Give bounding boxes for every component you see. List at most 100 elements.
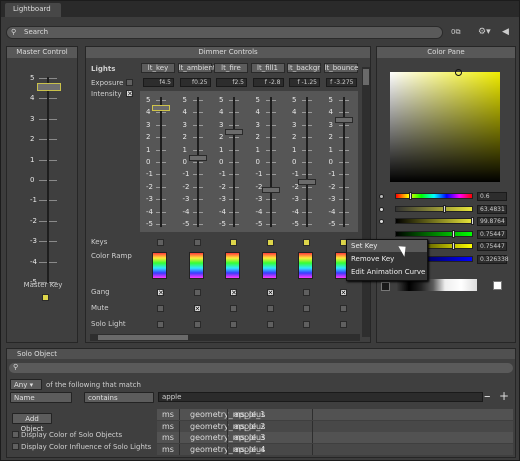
- mute-checkbox-lt_ambient[interactable]: ✕: [193, 305, 201, 313]
- light-name-lt_fire[interactable]: lt_fire: [214, 63, 248, 73]
- menu-item-set-key[interactable]: Set Key: [347, 240, 427, 252]
- key-checkbox-lt_fire[interactable]: [230, 239, 237, 246]
- solo-light-checkbox-lt_backgr[interactable]: [303, 321, 310, 328]
- solo-light-checkbox-lt_fill1[interactable]: [266, 321, 274, 328]
- light-name-lt_key[interactable]: lt_key: [141, 63, 175, 73]
- master-slider-track[interactable]: [47, 77, 49, 283]
- gang-checkbox-lt_backgr[interactable]: [303, 289, 310, 296]
- exposure-field-lt_key[interactable]: f4.5: [143, 78, 174, 87]
- dimmer-vertical-scrollbar[interactable]: [362, 67, 370, 337]
- mute-checkbox-lt_bounce[interactable]: [339, 305, 347, 312]
- color-channel-handle[interactable]: [471, 217, 474, 225]
- table-row[interactable]: msgeometry_ms_plusapple_2: [157, 420, 513, 432]
- color-mode-radio[interactable]: [379, 219, 384, 224]
- add-object-button[interactable]: Add Object: [12, 413, 52, 433]
- filter-count-icon[interactable]: 0⧉: [451, 28, 460, 37]
- color-channel-slider[interactable]: [395, 193, 473, 199]
- key-checkbox-lt_key[interactable]: [157, 239, 164, 246]
- color-channel-slider[interactable]: [395, 205, 473, 212]
- rule-value-input[interactable]: apple: [158, 392, 483, 402]
- settings-icon[interactable]: ⚙▾: [478, 27, 491, 37]
- master-key-checkbox[interactable]: [42, 294, 49, 301]
- slider-handle-lt_backgr[interactable]: [298, 179, 316, 185]
- color-channel-handle[interactable]: [452, 242, 455, 250]
- slider-handle-lt_key[interactable]: [152, 105, 170, 111]
- slider-track-lt_fill1[interactable]: [269, 97, 272, 227]
- table-row[interactable]: msgeometry_ms_plusapple_1: [157, 409, 513, 420]
- color-ramp-lt_key[interactable]: [152, 252, 167, 279]
- mute-checkbox-lt_backgr[interactable]: [303, 305, 310, 312]
- light-name-lt_fill1[interactable]: lt_fill1: [250, 63, 285, 73]
- color-channel-value[interactable]: 63.4831: [477, 204, 507, 214]
- key-checkbox-lt_fill1[interactable]: [266, 239, 274, 246]
- color-swatch-small[interactable]: [381, 282, 390, 291]
- color-mode-radio[interactable]: [379, 206, 384, 212]
- slider-handle-lt_fire[interactable]: [225, 129, 243, 135]
- master-slider-handle[interactable]: [37, 83, 61, 91]
- color-picker-field[interactable]: [390, 72, 500, 182]
- slider-track-lt_ambient[interactable]: [196, 97, 199, 227]
- exposure-field-lt_fill1[interactable]: f -2.8: [252, 78, 284, 87]
- slider-handle-lt_fill1[interactable]: [261, 187, 280, 193]
- gang-checkbox-lt_key[interactable]: ✕: [157, 289, 164, 297]
- solo-light-checkbox-lt_key[interactable]: [157, 321, 164, 328]
- exposure-field-lt_ambient[interactable]: f0.25: [179, 78, 211, 87]
- table-row[interactable]: msgeometry_ms_plusapple_4: [157, 443, 513, 455]
- color-ramp-lt_fill1[interactable]: [261, 252, 277, 279]
- slider-track-lt_key[interactable]: [160, 97, 162, 227]
- light-name-lt_bounce[interactable]: lt_bounce: [323, 63, 358, 73]
- color-channel-value[interactable]: 99.8764: [477, 217, 507, 226]
- rule-operator-dropdown[interactable]: contains: [84, 392, 154, 403]
- add-rule-button[interactable]: +: [499, 389, 509, 403]
- tab-lightboard[interactable]: Lightboard: [5, 3, 61, 17]
- color-ramp-lt_ambient[interactable]: [188, 252, 204, 279]
- color-channel-handle[interactable]: [408, 192, 412, 200]
- collapse-icon[interactable]: ◀: [502, 27, 509, 37]
- key-checkbox-lt_ambient[interactable]: [193, 239, 201, 246]
- color-channel-value[interactable]: 0.75447: [477, 242, 507, 251]
- display-color-solo-objects-checkbox[interactable]: [12, 431, 19, 438]
- color-channel-handle[interactable]: [442, 204, 446, 213]
- color-ramp-lt_fire[interactable]: [225, 252, 240, 279]
- display-color-influence-checkbox[interactable]: [12, 443, 19, 450]
- gang-checkbox-lt_fire[interactable]: ✕: [230, 289, 237, 297]
- remove-rule-button[interactable]: –: [484, 389, 491, 404]
- color-swatch-white[interactable]: [493, 281, 502, 290]
- search-input[interactable]: Search: [24, 28, 48, 36]
- mute-checkbox-lt_fill1[interactable]: [266, 305, 274, 312]
- mute-checkbox-lt_fire[interactable]: [230, 305, 237, 312]
- solo-light-checkbox-lt_ambient[interactable]: [193, 321, 201, 328]
- key-checkbox-lt_backgr[interactable]: [303, 239, 310, 246]
- slider-track-lt_fire[interactable]: [233, 97, 235, 227]
- color-channel-slider[interactable]: [395, 230, 473, 237]
- gang-checkbox-lt_ambient[interactable]: [193, 289, 201, 296]
- rule-field-dropdown[interactable]: Name: [10, 392, 72, 403]
- color-mode-radio[interactable]: [379, 194, 384, 199]
- slider-handle-lt_ambient[interactable]: [188, 155, 207, 161]
- light-name-lt_ambient[interactable]: lt_ambient: [177, 63, 216, 73]
- exposure-field-lt_bounce[interactable]: f -3.275: [325, 78, 357, 87]
- menu-item-remove-key[interactable]: Remove Key: [347, 253, 427, 265]
- exposure-field-lt_backgr[interactable]: f -1.25: [289, 78, 320, 87]
- exposure-checkbox[interactable]: [126, 79, 133, 86]
- color-picker-cursor[interactable]: [455, 69, 462, 76]
- slider-handle-lt_bounce[interactable]: [334, 117, 353, 123]
- intensity-checkbox[interactable]: ✕: [126, 90, 133, 98]
- table-row[interactable]: msgeometry_ms_plusapple_3: [157, 432, 513, 443]
- color-channel-value[interactable]: 0.75447: [477, 229, 507, 239]
- exposure-field-lt_fire[interactable]: f2.5: [216, 78, 247, 87]
- solo-light-checkbox-lt_fire[interactable]: [230, 321, 237, 328]
- color-channel-value[interactable]: 0.6: [477, 192, 507, 201]
- dimmer-horizontal-scrollbar[interactable]: [90, 334, 360, 341]
- search-bar[interactable]: ⚲ Search: [6, 26, 443, 39]
- menu-item-edit-animation-curve[interactable]: Edit Animation Curve: [347, 266, 427, 278]
- slider-track-lt_backgr[interactable]: [306, 97, 308, 227]
- match-any-dropdown[interactable]: Any ▾: [10, 379, 42, 390]
- mute-checkbox-lt_key[interactable]: [157, 305, 164, 312]
- solo-light-checkbox-lt_bounce[interactable]: [339, 321, 347, 328]
- light-name-lt_backgr[interactable]: lt_backgr: [287, 63, 321, 73]
- gang-checkbox-lt_bounce[interactable]: ✕: [339, 289, 347, 297]
- color-ramp-lt_backgr[interactable]: [298, 252, 313, 279]
- gang-checkbox-lt_fill1[interactable]: ✕: [266, 289, 274, 297]
- color-channel-slider[interactable]: [395, 218, 473, 224]
